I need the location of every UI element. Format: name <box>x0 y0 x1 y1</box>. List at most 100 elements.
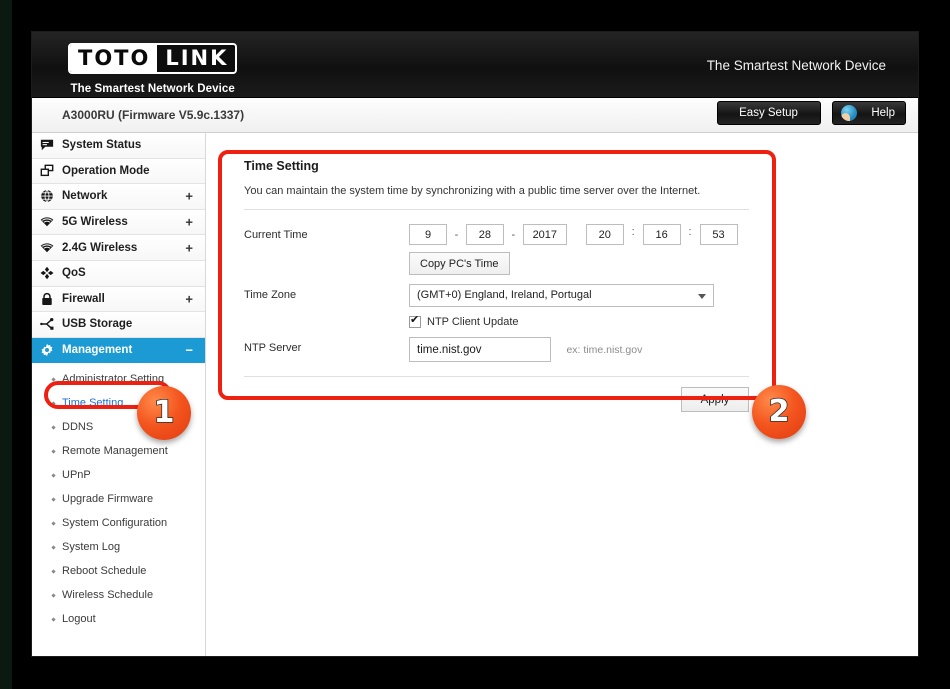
ntp-client-update-label: NTP Client Update <box>427 316 519 328</box>
sidebar-item-usb-storage[interactable]: USB Storage <box>32 312 205 338</box>
sidebar-item-system-status[interactable]: System Status <box>32 133 205 159</box>
time-zone-selected-value: (GMT+0) England, Ireland, Portugal <box>417 289 592 301</box>
submenu-label: Administrator Setting <box>62 373 165 386</box>
annotation-badge-2: 2 <box>752 385 806 439</box>
gear-icon <box>32 343 62 357</box>
submenu-item-reboot-schedule[interactable]: Reboot Schedule <box>32 559 205 583</box>
submenu-item-upnp[interactable]: UPnP <box>32 463 205 487</box>
globe-icon <box>32 189 62 203</box>
page-description: You can maintain the system time by sync… <box>244 185 701 197</box>
submenu-item-upgrade-firmware[interactable]: Upgrade Firmware <box>32 487 205 511</box>
current-time-label: Current Time <box>244 229 308 241</box>
sidebar-item-label: 2.4G Wireless <box>62 241 138 254</box>
header-slogan: The Smartest Network Device <box>706 58 886 73</box>
sidebar-item-label: 5G Wireless <box>62 216 128 229</box>
sidebar-item-expander: + <box>185 240 193 256</box>
windows-icon <box>32 164 62 178</box>
help-globe-icon <box>841 105 857 121</box>
sidebar-item-operation-mode[interactable]: Operation Mode <box>32 158 205 185</box>
sidebar-item-expander: + <box>185 188 193 204</box>
time-setting-panel: Time Setting You can maintain the system… <box>224 145 769 424</box>
submenu-label: UPnP <box>62 469 91 482</box>
sidebar-item-24g-wireless[interactable]: 2.4G Wireless + <box>32 235 205 261</box>
date-separator: - <box>511 228 516 241</box>
sidebar-item-label: Operation Mode <box>62 164 150 177</box>
annotation-badge-1: 1 <box>137 386 191 440</box>
router-admin-window: TOTO LINK The Smartest Network Device The… <box>32 32 918 656</box>
header-button-group: Easy Setup Help <box>710 101 906 125</box>
submenu-item-logout[interactable]: Logout <box>32 607 205 631</box>
model-bar: A3000RU (Firmware V5.9c.1337) Easy Setup… <box>32 98 918 133</box>
copy-pc-time-button[interactable]: Copy PC's Time <box>409 252 510 275</box>
lock-icon <box>32 292 62 306</box>
usb-branch-icon <box>32 317 62 331</box>
model-firmware-label: A3000RU (Firmware V5.9c.1337) <box>62 108 245 122</box>
sidebar-item-5g-wireless[interactable]: 5G Wireless + <box>32 209 205 236</box>
page-title: Time Setting <box>244 159 319 173</box>
sidebar-item-expander: − <box>185 342 193 358</box>
brand-header: TOTO LINK The Smartest Network Device The… <box>32 32 918 98</box>
submenu-item-remote-management[interactable]: Remote Management <box>32 439 205 463</box>
second-input[interactable] <box>699 224 738 245</box>
submenu-label: Remote Management <box>62 445 168 458</box>
matte-strip <box>0 0 12 689</box>
easy-setup-button[interactable]: Easy Setup <box>716 101 821 125</box>
time-zone-field: (GMT+0) England, Ireland, Portugal <box>409 284 749 307</box>
submenu-item-system-log[interactable]: System Log <box>32 535 205 559</box>
ntp-server-row: NTP Server ex: time.nist.gov <box>244 337 749 362</box>
submenu-label: Time Setting <box>62 397 124 410</box>
arrows-icon <box>32 266 62 280</box>
submenu-item-system-configuration[interactable]: System Configuration <box>32 511 205 535</box>
submenu-label: Reboot Schedule <box>62 565 147 578</box>
year-input[interactable] <box>522 224 567 245</box>
sidebar-item-expander: + <box>185 291 193 307</box>
time-zone-label: Time Zone <box>244 289 297 301</box>
current-time-fields: - - : : Copy PC's Time <box>409 224 749 275</box>
sidebar-item-label: Firewall <box>62 292 105 305</box>
logo-text-toto: TOTO <box>70 45 158 72</box>
minute-input[interactable] <box>642 224 681 245</box>
content-area: Time Setting You can maintain the system… <box>206 133 918 656</box>
screenshot-root: TOTO LINK The Smartest Network Device The… <box>0 0 950 689</box>
ntp-client-update-row[interactable]: NTP Client Update <box>409 314 749 328</box>
current-time-row: Current Time - - : : <box>244 224 749 275</box>
sidebar-item-label: Management <box>62 344 133 357</box>
month-input[interactable] <box>409 224 447 245</box>
help-button-label: Help <box>871 107 895 119</box>
sidebar-item-firewall[interactable]: Firewall + <box>32 286 205 313</box>
apply-button[interactable]: Apply <box>681 387 749 412</box>
sidebar-item-network[interactable]: Network + <box>32 184 205 210</box>
submenu-label: System Log <box>62 541 121 554</box>
time-separator: : <box>688 225 692 238</box>
day-input[interactable] <box>465 224 504 245</box>
divider <box>244 376 749 377</box>
date-separator: - <box>454 228 459 241</box>
wifi-icon <box>32 241 62 255</box>
submenu-item-wireless-schedule[interactable]: Wireless Schedule <box>32 583 205 607</box>
ntp-server-label: NTP Server <box>244 342 302 354</box>
submenu-label: Logout <box>62 613 96 626</box>
apply-row: Apply <box>244 387 749 424</box>
totolink-logo: TOTO LINK The Smartest Network Device <box>68 43 238 95</box>
wifi-icon <box>32 215 62 229</box>
sidebar-item-label: Network <box>62 190 108 203</box>
sidebar-item-qos[interactable]: QoS <box>32 260 205 287</box>
time-zone-select[interactable]: (GMT+0) England, Ireland, Portugal <box>409 284 714 307</box>
hour-input[interactable] <box>585 224 624 245</box>
help-button[interactable]: Help <box>832 101 906 125</box>
time-zone-row: Time Zone (GMT+0) England, Ireland, Port… <box>244 284 749 307</box>
time-separator: : <box>631 225 635 238</box>
ntp-client-update-checkbox[interactable] <box>409 314 421 328</box>
sidebar-item-management[interactable]: Management − <box>32 337 205 364</box>
submenu-item-administrator-setting[interactable]: Administrator Setting <box>32 367 205 391</box>
sidebar-item-label: QoS <box>62 267 86 280</box>
sidebar-item-label: System Status <box>62 139 142 152</box>
divider <box>244 209 749 210</box>
speech-bubble-icon <box>32 138 62 152</box>
chevron-down-icon <box>698 294 706 299</box>
ntp-server-input[interactable] <box>409 337 551 362</box>
submenu-label: Wireless Schedule <box>62 589 154 602</box>
sidebar-item-expander: + <box>185 214 193 230</box>
submenu-label: DDNS <box>62 421 94 434</box>
submenu-label: System Configuration <box>62 517 168 530</box>
